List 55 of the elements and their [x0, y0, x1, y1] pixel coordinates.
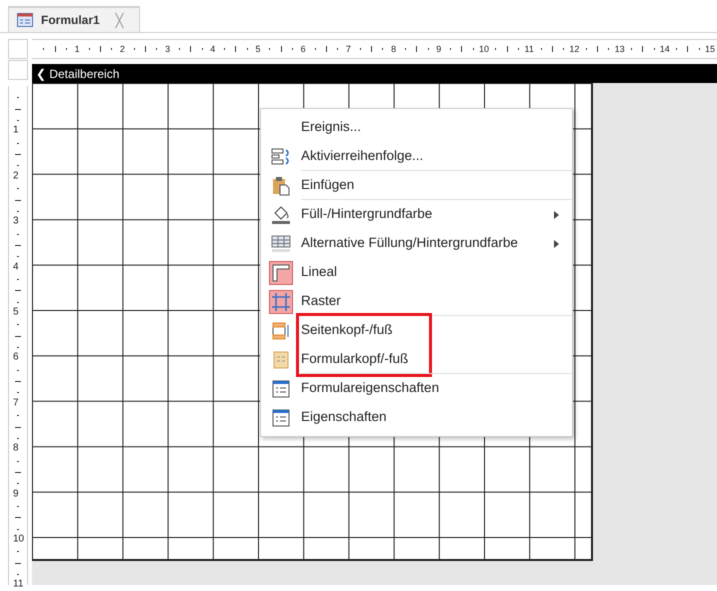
menu-item[interactable]: Seitenkopf-/fuß [261, 316, 572, 345]
ruler-number: 9 [436, 43, 442, 55]
ruler-number: 7 [346, 43, 351, 55]
menu-item[interactable]: Einfügen [261, 171, 572, 200]
table-icon [271, 234, 291, 252]
ruler-number: 4 [210, 43, 216, 55]
menu-item[interactable]: Formulareigenschaften [261, 374, 572, 403]
menu-item[interactable]: Alternative Füllung/Hintergrundfarbe [261, 229, 572, 258]
ruler-number: 3 [13, 214, 19, 229]
ruler-number: 12 [569, 43, 580, 55]
submenu-arrow-icon [552, 210, 560, 220]
menu-item[interactable]: Aktivierreihenfolge... [261, 142, 572, 171]
ruler-number: 7 [13, 396, 19, 410]
tab-title: Formular1 [41, 12, 100, 29]
clipboard-icon [272, 176, 290, 196]
ruler-number: 1 [74, 43, 80, 55]
section-title: ❮ Detailbereich [36, 66, 120, 82]
menu-item[interactable]: Lineal [261, 258, 572, 287]
ruler-number: 11 [13, 578, 24, 591]
ruler-number: 8 [13, 442, 19, 456]
submenu-arrow-icon [552, 238, 560, 248]
menu-item[interactable]: Ereignis... [261, 113, 572, 142]
ruler-number: 11 [524, 43, 534, 55]
ruler-number: 9 [13, 487, 19, 502]
page-header-icon [271, 320, 291, 340]
ruler-number: 2 [120, 43, 125, 55]
document-tab[interactable]: Formular1 ╳ [8, 6, 140, 32]
ruler-number: 3 [165, 43, 170, 55]
properties-icon [272, 408, 290, 426]
form-icon [17, 13, 33, 27]
ruler-number: 6 [13, 350, 19, 365]
tab-order-icon [271, 148, 291, 166]
form-header-icon [273, 350, 289, 368]
ruler-corner [8, 39, 28, 59]
ruler-number: 2 [13, 169, 19, 184]
menu-item[interactable]: Füll-/Hintergrundfarbe [261, 200, 572, 229]
ruler-number: 5 [256, 43, 260, 55]
ruler-number: 5 [13, 306, 19, 320]
menu-item[interactable]: Formularkopf/-fuß [261, 345, 572, 374]
properties-icon [272, 380, 290, 398]
grid-icon [270, 290, 292, 312]
ruler-icon [270, 262, 292, 284]
ruler-number: 10 [13, 532, 24, 546]
menu-item[interactable]: Eigenschaften [261, 403, 572, 432]
ruler-number: 14 [660, 43, 670, 55]
ruler-number: 4 [13, 260, 19, 274]
ruler-number: 6 [300, 43, 306, 55]
ruler-number: 10 [479, 43, 489, 55]
paint-bucket-icon [271, 204, 291, 224]
menu-item[interactable]: Raster [261, 287, 572, 316]
ruler-number: 8 [391, 43, 396, 55]
ruler-number: 1 [13, 124, 19, 138]
ruler-number: 15 [705, 43, 715, 55]
ruler-corner [8, 60, 28, 80]
ruler-number: 13 [614, 43, 625, 55]
